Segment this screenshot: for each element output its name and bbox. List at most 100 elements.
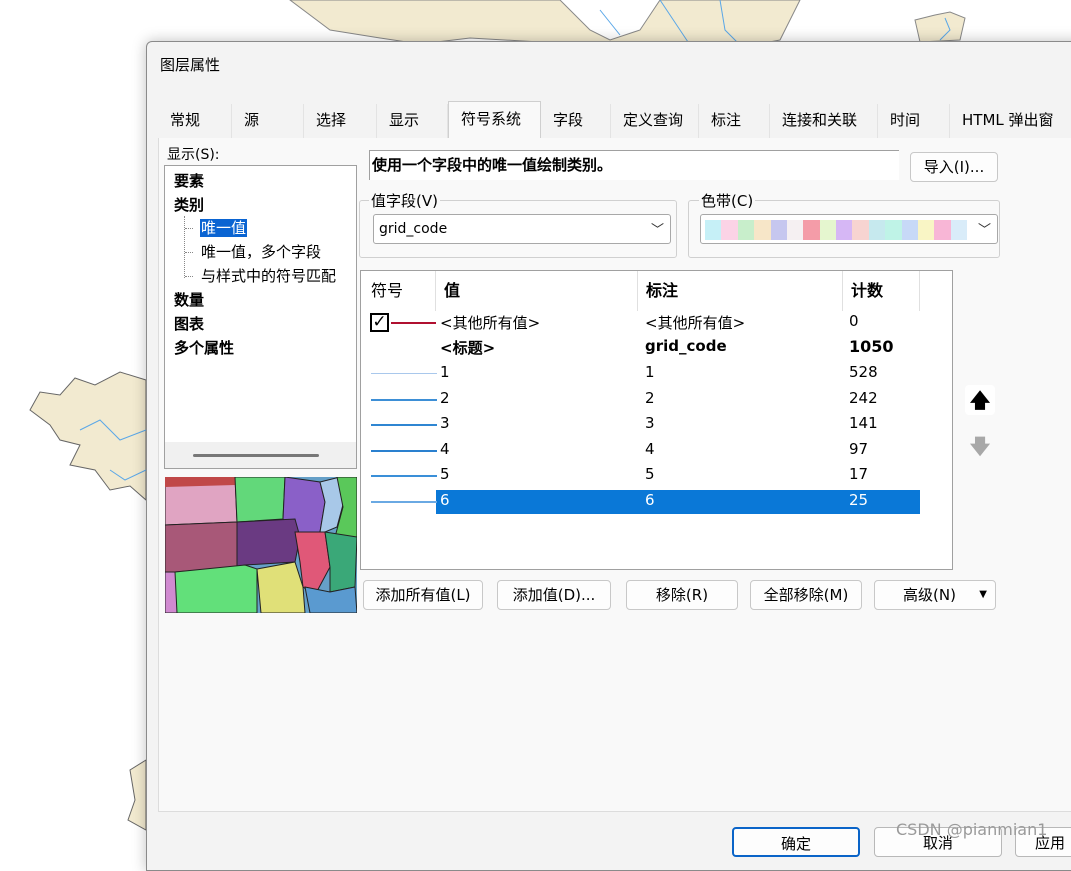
cell-value: 3: [440, 414, 450, 432]
remove-all-button[interactable]: 全部移除(M): [750, 580, 862, 610]
cell-value: <标题>: [440, 339, 496, 357]
color-ramp-swatch: [721, 220, 738, 240]
tab-selection[interactable]: 选择: [304, 104, 377, 138]
cell-count: 0: [849, 312, 859, 330]
color-ramp-swatch: [786, 220, 804, 240]
table-row[interactable]: 1 1 528: [361, 361, 951, 385]
tree-item-match-style-symbols[interactable]: 与样式中的符号匹配: [201, 265, 356, 286]
tab-html-popup[interactable]: HTML 弹出窗: [950, 104, 1071, 138]
symbol-line-other: [391, 322, 436, 324]
color-ramp-swatch: [705, 220, 722, 240]
move-down-button[interactable]: 🡇: [965, 431, 995, 461]
tab-joins-relates[interactable]: 连接和关联: [770, 104, 878, 138]
cell-value: <其他所有值>: [440, 314, 541, 332]
add-values-button[interactable]: 添加值(D)...: [497, 580, 611, 610]
scrollbar-thumb[interactable]: [193, 454, 319, 457]
move-up-button[interactable]: 🡅: [965, 385, 995, 415]
remove-button[interactable]: 移除(R): [626, 580, 738, 610]
layer-properties-dialog: 图层属性 常规 源 选择 显示 符号系统 字段 定义查询 标注 连接和关联 时间…: [146, 41, 1071, 871]
color-ramp-swatch: [737, 220, 755, 240]
color-ramp-select[interactable]: ﹀: [700, 214, 998, 244]
cell-count: 528: [849, 363, 878, 381]
symbol-line: [371, 449, 437, 452]
cell-count: 1050: [849, 337, 894, 356]
color-ramp-swatch: [885, 220, 902, 240]
table-row-other-values[interactable]: ✓ <其他所有值> <其他所有值> 0: [361, 311, 951, 335]
tab-fields[interactable]: 字段: [541, 104, 611, 138]
cell-count: 25: [849, 490, 869, 509]
table-row[interactable]: 4 4 97: [361, 438, 951, 462]
tab-symbology[interactable]: 符号系统: [448, 101, 541, 138]
color-ramp-swatch: [950, 220, 967, 240]
ok-button[interactable]: 确定: [732, 827, 860, 857]
tree-item-charts[interactable]: 图表: [174, 313, 204, 334]
cell-label: 1: [645, 363, 655, 381]
tab-definition-query[interactable]: 定义查询: [611, 104, 699, 138]
tab-general[interactable]: 常规: [158, 104, 232, 138]
symbol-line: [371, 373, 437, 374]
add-all-values-button[interactable]: 添加所有值(L): [363, 580, 483, 610]
table-row[interactable]: 6 6 25: [361, 489, 951, 513]
table-row[interactable]: 2 2 242: [361, 387, 951, 411]
cell-label: 4: [645, 439, 655, 458]
cell-count: 141: [849, 414, 878, 432]
col-header-count[interactable]: 计数: [843, 271, 920, 311]
color-ramp-swatch: [836, 220, 853, 240]
color-ramp-swatch: [852, 220, 869, 240]
arrow-up-icon: 🡅: [969, 388, 991, 412]
symbol-line: [371, 424, 437, 426]
tree-connector: [185, 252, 193, 253]
checkbox-checked-icon[interactable]: ✓: [370, 313, 389, 332]
tree-item-quantities[interactable]: 数量: [174, 289, 204, 310]
tree-item-unique-values[interactable]: 唯一值: [200, 217, 248, 238]
cell-value: 2: [440, 388, 450, 407]
cell-count: 17: [849, 465, 869, 483]
cell-label: 3: [645, 414, 655, 432]
tree-item-unique-values-many-fields[interactable]: 唯一值，多个字段: [201, 241, 321, 262]
col-header-label[interactable]: 标注: [638, 271, 843, 311]
cell-label: grid_code: [645, 337, 727, 355]
value-field-value: grid_code: [379, 221, 448, 237]
col-header-symbol[interactable]: 符号: [361, 271, 436, 311]
cell-value: 5: [440, 465, 450, 483]
color-ramp-swatch: [917, 220, 935, 240]
tab-display[interactable]: 显示: [377, 104, 448, 138]
table-row-heading[interactable]: <标题> grid_code 1050: [361, 336, 951, 360]
import-button[interactable]: 导入(I)...: [910, 152, 998, 182]
cell-value: 1: [440, 363, 450, 381]
tree-horizontal-scrollbar[interactable]: [165, 442, 356, 468]
table-row[interactable]: 3 3 141: [361, 412, 951, 436]
chevron-down-icon: ﹀: [977, 223, 991, 238]
symbol-line: [371, 475, 437, 477]
color-ramp-swatch: [819, 220, 836, 240]
color-ramp-swatch: [934, 220, 951, 240]
table-row[interactable]: 5 5 17: [361, 463, 951, 487]
advanced-button[interactable]: 高级(N) ▼: [874, 580, 996, 610]
cell-label: 5: [645, 465, 655, 483]
chevron-down-icon: ﹀: [650, 223, 664, 238]
tree-item-categories[interactable]: 类别: [174, 194, 204, 215]
tab-source[interactable]: 源: [232, 104, 304, 138]
watermark-text: CSDN @pianmian1: [896, 820, 1048, 839]
tab-time[interactable]: 时间: [878, 104, 950, 138]
arrow-down-icon: 🡇: [969, 434, 991, 458]
color-ramp-label: 色带(C): [699, 190, 756, 211]
tree-item-features[interactable]: 要素: [174, 170, 204, 191]
tree-connector: [185, 228, 193, 229]
color-ramp-swatch: [868, 220, 886, 240]
tree-connector: [185, 276, 193, 277]
value-field-select[interactable]: grid_code ﹀: [373, 214, 671, 244]
col-header-value[interactable]: 值: [436, 271, 638, 311]
tree-connector: [184, 216, 185, 278]
symbology-preview-image: [165, 477, 357, 613]
show-label: 显示(S):: [167, 147, 220, 163]
cell-label: 6: [645, 490, 655, 509]
tab-labels[interactable]: 标注: [699, 104, 770, 138]
tree-item-multiple-attributes[interactable]: 多个属性: [174, 337, 234, 358]
symbol-line: [371, 500, 437, 503]
show-tree[interactable]: 要素 类别 唯一值 唯一值，多个字段 与样式中的符号匹配 数量 图表 多个属性: [164, 165, 357, 469]
dropdown-arrow-icon: ▼: [979, 589, 987, 600]
cell-label: 2: [645, 388, 655, 407]
unique-values-table[interactable]: 符号 值 标注 计数 ✓ <其他所有值> <其他所有值> 0 <标题> grid…: [360, 270, 953, 570]
dialog-title: 图层属性: [160, 56, 221, 74]
